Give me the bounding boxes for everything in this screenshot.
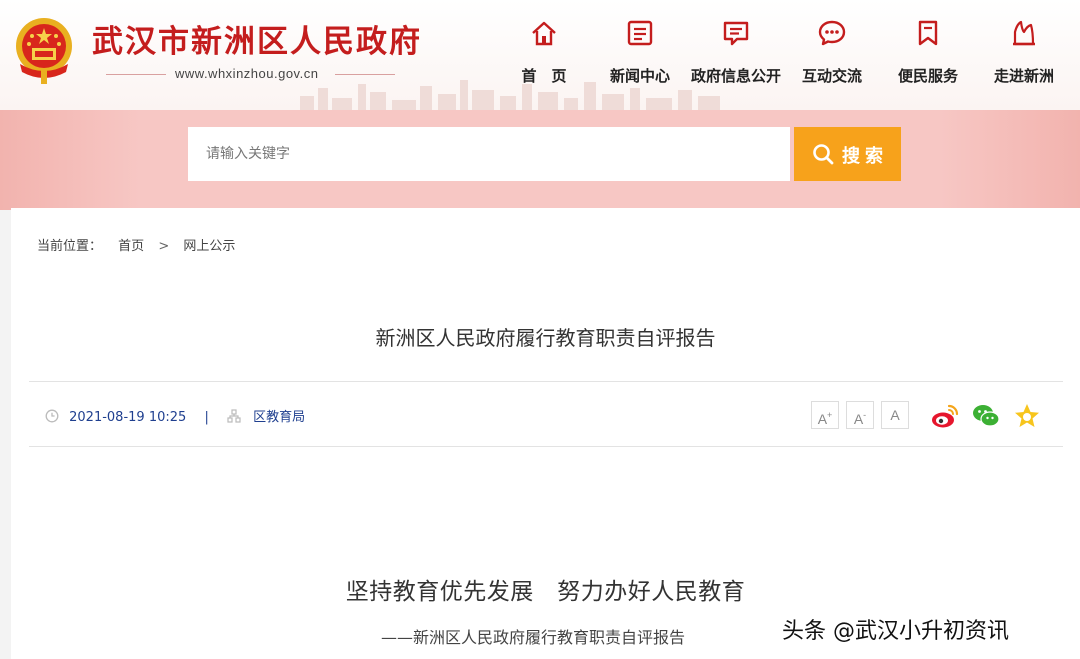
breadcrumb-separator: >	[158, 239, 170, 254]
nav-label: 首 页	[521, 67, 567, 85]
nav-label: 便民服务	[897, 67, 958, 85]
nav-label: 互动交流	[801, 67, 862, 85]
search-band: 搜索	[0, 110, 1080, 210]
breadcrumb-home-link[interactable]: 首页	[118, 235, 144, 254]
clock-icon	[45, 409, 59, 423]
search-icon	[813, 144, 834, 165]
nav-item-about[interactable]: 走进新洲	[976, 14, 1072, 94]
wechat-icon[interactable]	[971, 401, 1001, 431]
nav-label: 政府信息公开	[690, 67, 781, 85]
nav-item-home[interactable]: 首 页	[496, 14, 592, 94]
article-meta: 2021-08-19 10:25 | 区教育局	[45, 406, 305, 425]
article-subheading: ——新洲区人民政府履行教育职责自评报告	[381, 628, 686, 647]
search-input[interactable]	[188, 127, 790, 181]
divider	[29, 446, 1063, 447]
main-nav: 首 页 新闻中心 政府信息公开 互动交流 便民服务 走进新洲	[500, 14, 1080, 94]
home-icon	[532, 21, 556, 46]
nav-label: 新闻中心	[609, 67, 670, 85]
publish-date: 2021-08-19 10:25	[69, 410, 187, 425]
search-button-label: 搜索	[842, 146, 888, 166]
breadcrumb: 当前位置： 首页 > 网上公示	[37, 235, 235, 254]
font-reset-button[interactable]: A	[881, 401, 909, 429]
chat-icon	[818, 20, 846, 46]
info-icon	[723, 21, 749, 46]
nav-label: 走进新洲	[993, 67, 1054, 85]
font-increase-button[interactable]: A+	[811, 401, 839, 429]
favorite-icon[interactable]	[1012, 401, 1042, 431]
search-button[interactable]: 搜索	[794, 127, 901, 181]
breadcrumb-prefix: 当前位置：	[37, 239, 103, 254]
article-title: 新洲区人民政府履行教育职责自评报告	[375, 326, 716, 350]
nav-item-news[interactable]: 新闻中心	[592, 14, 688, 94]
landmark-icon	[1013, 20, 1035, 46]
url-decoration-line	[335, 74, 395, 75]
site-url: www.whxinzhou.gov.cn	[175, 66, 319, 81]
breadcrumb-current-link[interactable]: 网上公示	[183, 235, 235, 254]
weibo-icon[interactable]	[930, 401, 960, 431]
article-heading: 坚持教育优先发展 努力办好人民教育	[345, 579, 746, 605]
nav-item-info[interactable]: 政府信息公开	[688, 14, 784, 94]
news-icon	[627, 20, 653, 46]
national-emblem-icon	[16, 18, 72, 84]
article-card: 当前位置： 首页 > 网上公示 新洲区人民政府履行教育职责自评报告 2021-0…	[11, 208, 1080, 659]
site-title[interactable]: 武汉市新洲区人民政府	[92, 16, 422, 61]
article-source: 区教育局	[253, 410, 306, 425]
watermark-text: 头条 @武汉小升初资讯	[782, 619, 1009, 644]
divider	[29, 381, 1063, 382]
organization-icon	[227, 409, 241, 423]
nav-item-interaction[interactable]: 互动交流	[784, 14, 880, 94]
url-decoration-line	[106, 74, 166, 75]
bookmark-icon	[918, 20, 938, 46]
font-decrease-button[interactable]: A-	[846, 401, 874, 429]
nav-item-service[interactable]: 便民服务	[880, 14, 976, 94]
meta-separator: |	[204, 410, 209, 425]
site-header: 武汉市新洲区人民政府 www.whxinzhou.gov.cn 首 页 新闻中心	[0, 0, 1080, 110]
